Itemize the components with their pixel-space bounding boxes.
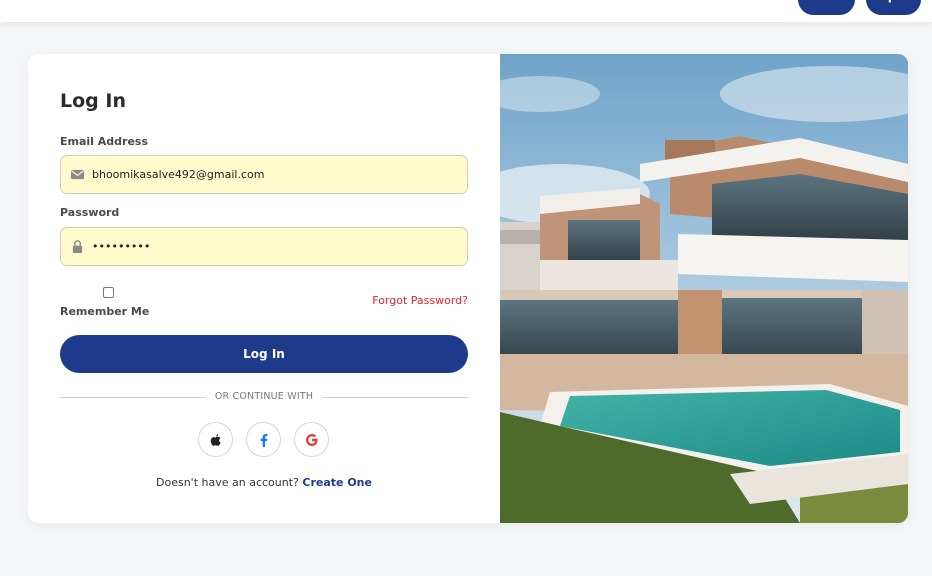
- apple-icon: [210, 434, 221, 446]
- nav-button[interactable]: [798, 0, 855, 15]
- nav-signup-button[interactable]: Up: [866, 0, 921, 15]
- divider-line: [60, 397, 205, 398]
- password-value: •••••••••: [92, 240, 151, 253]
- envelope-icon: [71, 169, 84, 180]
- house-photo: [500, 54, 908, 523]
- facebook-login-button[interactable]: [246, 422, 281, 457]
- google-icon: [306, 434, 318, 446]
- password-field[interactable]: •••••••••: [60, 227, 468, 266]
- page-title: Log In: [60, 90, 126, 112]
- forgot-password-link[interactable]: Forgot Password?: [372, 294, 468, 307]
- signup-prompt: Doesn't have an account? Create One: [60, 476, 468, 489]
- email-value: bhoomikasalve492@gmail.com: [92, 168, 265, 181]
- email-label: Email Address: [60, 135, 149, 148]
- divider-line: [323, 397, 468, 398]
- google-login-button[interactable]: [294, 422, 329, 457]
- login-card: Log In Email Address bhoomikasalve492@gm…: [28, 54, 908, 523]
- email-field[interactable]: bhoomikasalve492@gmail.com: [60, 155, 468, 194]
- facebook-icon: [260, 434, 268, 447]
- apple-login-button[interactable]: [198, 422, 233, 457]
- remember-me-label: Remember Me: [60, 305, 150, 318]
- create-account-link[interactable]: Create One: [302, 476, 372, 489]
- divider-text: OR CONTINUE WITH: [214, 391, 314, 402]
- login-button[interactable]: Log In: [60, 335, 468, 373]
- top-navbar: Up: [0, 0, 932, 22]
- password-label: Password: [60, 206, 120, 219]
- house-illustration: [500, 54, 908, 523]
- login-form: Log In Email Address bhoomikasalve492@gm…: [60, 54, 468, 523]
- lock-icon: [72, 240, 83, 253]
- signup-prompt-text: Doesn't have an account?: [156, 476, 299, 489]
- remember-me-checkbox[interactable]: [103, 287, 114, 298]
